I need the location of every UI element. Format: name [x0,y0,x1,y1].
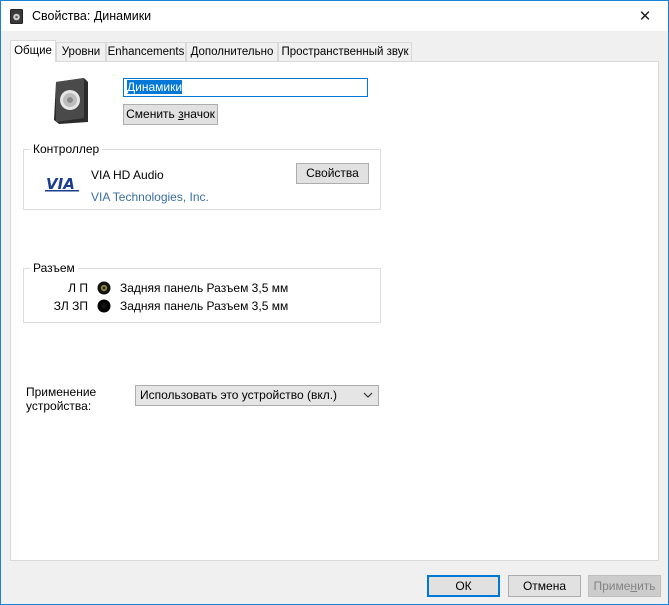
ok-button[interactable]: ОК [427,575,500,597]
change-icon-button[interactable]: Сменить значок [123,104,218,125]
cancel-button[interactable]: Отмена [508,575,581,597]
jack-group-label: Разъем [30,261,78,275]
speaker-device-icon [54,78,88,124]
svg-text:VIA: VIA [46,175,75,192]
jack-row: ЗЛ ЗП Задняя панель Разъем 3,5 мм [24,297,380,315]
tab-general[interactable]: Общие [10,40,56,62]
jack-group: Разъем Л П Задняя панель Разъем 3,5 мм З… [23,261,381,323]
jack-description: Задняя панель Разъем 3,5 мм [120,299,289,313]
tab-advanced[interactable]: Дополнительно [186,42,278,61]
tab-levels[interactable]: Уровни [56,42,106,61]
device-usage-label-line2: устройства: [26,399,92,413]
window-title: Свойства: Динамики [32,9,152,23]
close-button[interactable]: ✕ [622,1,668,31]
tab-spatial-sound[interactable]: Пространственный звук [278,42,412,61]
apply-label-pre: Приме [593,579,631,593]
jack-color-icon [97,281,111,295]
controller-group-label: Контроллер [30,142,103,156]
tab-panel-general: Динамики Сменить значок Контроллер VIA V… [10,61,659,561]
device-usage-label-line1: Применение [26,385,97,399]
apply-label-post: ить [637,579,656,593]
jack-description: Задняя панель Разъем 3,5 мм [120,281,289,295]
properties-window: Свойства: Динамики ✕ Общие Уровни Enhanc… [0,0,669,605]
device-usage-label: Применение устройства: [26,385,96,413]
via-logo-icon: VIA [45,175,79,192]
apply-button[interactable]: Применить [588,575,661,597]
device-usage-select[interactable]: Использовать это устройство (вкл.) [135,385,379,406]
device-usage-selected: Использовать это устройство (вкл.) [140,388,338,402]
controller-vendor: VIA Technologies, Inc. [91,190,209,204]
controller-name: VIA HD Audio [91,168,164,182]
jack-row: Л П Задняя панель Разъем 3,5 мм [24,279,380,297]
device-name-input[interactable]: Динамики [123,78,368,97]
device-name-value: Динамики [127,80,183,94]
jack-color-icon [97,299,111,313]
jack-channels: Л П [68,281,88,295]
controller-properties-button[interactable]: Свойства [296,163,369,184]
chevron-down-icon [363,392,373,398]
change-icon-label-post: начок [183,107,215,121]
jack-channels: ЗЛ ЗП [53,299,88,313]
title-bar: Свойства: Динамики ✕ [1,1,668,31]
tab-enhancements[interactable]: Enhancements [106,42,186,61]
change-icon-label-pre: Сменить [126,107,179,121]
close-icon: ✕ [638,8,652,25]
speaker-icon [10,9,23,24]
controller-group: Контроллер VIA VIA HD Audio VIA Technolo… [23,142,381,210]
